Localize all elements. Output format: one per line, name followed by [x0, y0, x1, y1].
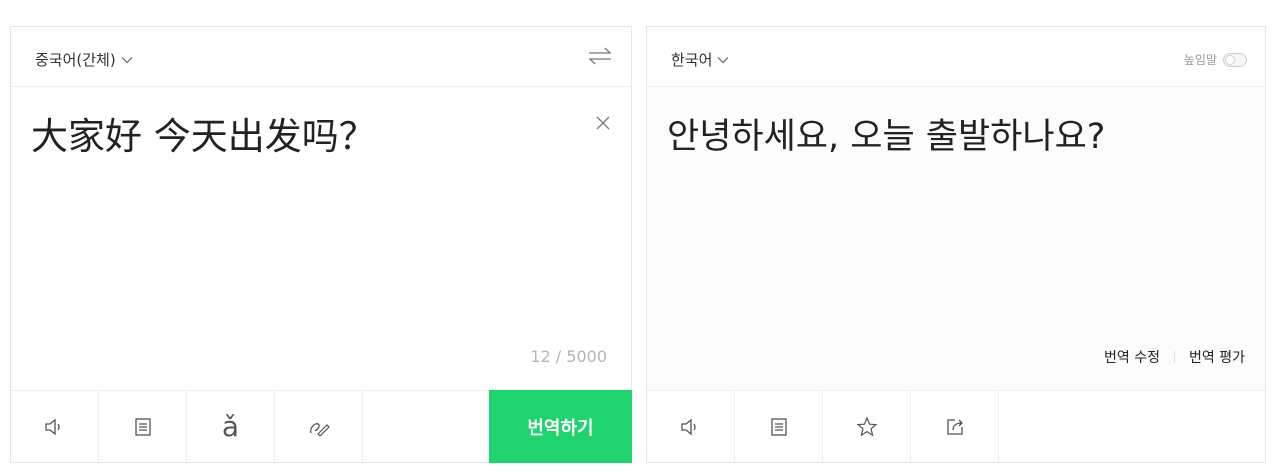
- source-language-select[interactable]: 중국어(간체): [35, 49, 133, 70]
- source-panel: 중국어(간체) 大家好 今天出发吗？ 12 / 5000 ǎ 번역하기: [10, 26, 632, 463]
- favorite-button[interactable]: [823, 391, 911, 462]
- translation-result: 안녕하세요, 오늘 출발하나요?: [667, 117, 1106, 157]
- chevron-down-icon: [717, 56, 729, 63]
- swap-languages-icon[interactable]: [587, 45, 613, 67]
- speaker-icon: [44, 418, 60, 435]
- toggle-knob: [1225, 54, 1235, 65]
- divider: [1174, 351, 1176, 363]
- rate-translation-link[interactable]: 번역 평가: [1189, 347, 1245, 367]
- target-toolbar: [647, 390, 1265, 462]
- source-text-input[interactable]: 大家好 今天出发吗？: [31, 113, 571, 161]
- star-icon: [855, 415, 878, 437]
- target-language-select[interactable]: 한국어: [671, 49, 729, 70]
- honorific-label: 높임말: [1183, 53, 1217, 67]
- target-header: 한국어 높임말: [647, 27, 1265, 87]
- speaker-icon: [680, 418, 696, 435]
- share-button[interactable]: [911, 391, 999, 462]
- target-speaker-button[interactable]: [647, 391, 735, 462]
- source-header: 중국어(간체): [11, 27, 631, 87]
- source-language-label: 중국어(간체): [35, 51, 116, 69]
- target-language-label: 한국어: [671, 51, 713, 69]
- handwriting-button[interactable]: [275, 391, 363, 462]
- honorific-toggle[interactable]: 높임말: [1184, 51, 1247, 68]
- share-icon: [946, 418, 963, 435]
- target-copy-button[interactable]: [735, 391, 823, 462]
- source-speaker-button[interactable]: [11, 391, 99, 462]
- target-panel: 한국어 높임말 안녕하세요, 오늘 출발하나요? 번역 수정 번역 평가: [646, 26, 1266, 463]
- edit-translation-link[interactable]: 번역 수정: [1104, 347, 1160, 367]
- clear-text-icon[interactable]: [595, 115, 611, 131]
- toggle-switch[interactable]: [1223, 52, 1247, 67]
- source-copy-button[interactable]: [99, 391, 187, 462]
- result-actions: 번역 수정 번역 평가: [1104, 347, 1245, 367]
- chevron-down-icon: [121, 56, 133, 63]
- pinyin-button[interactable]: ǎ: [187, 391, 275, 462]
- copy-icon: [770, 417, 787, 436]
- pinyin-icon: ǎ: [221, 410, 240, 443]
- translate-button[interactable]: 번역하기: [489, 390, 632, 463]
- character-counter: 12 / 5000: [530, 347, 607, 366]
- copy-icon: [134, 417, 151, 436]
- handwriting-icon: [309, 422, 330, 437]
